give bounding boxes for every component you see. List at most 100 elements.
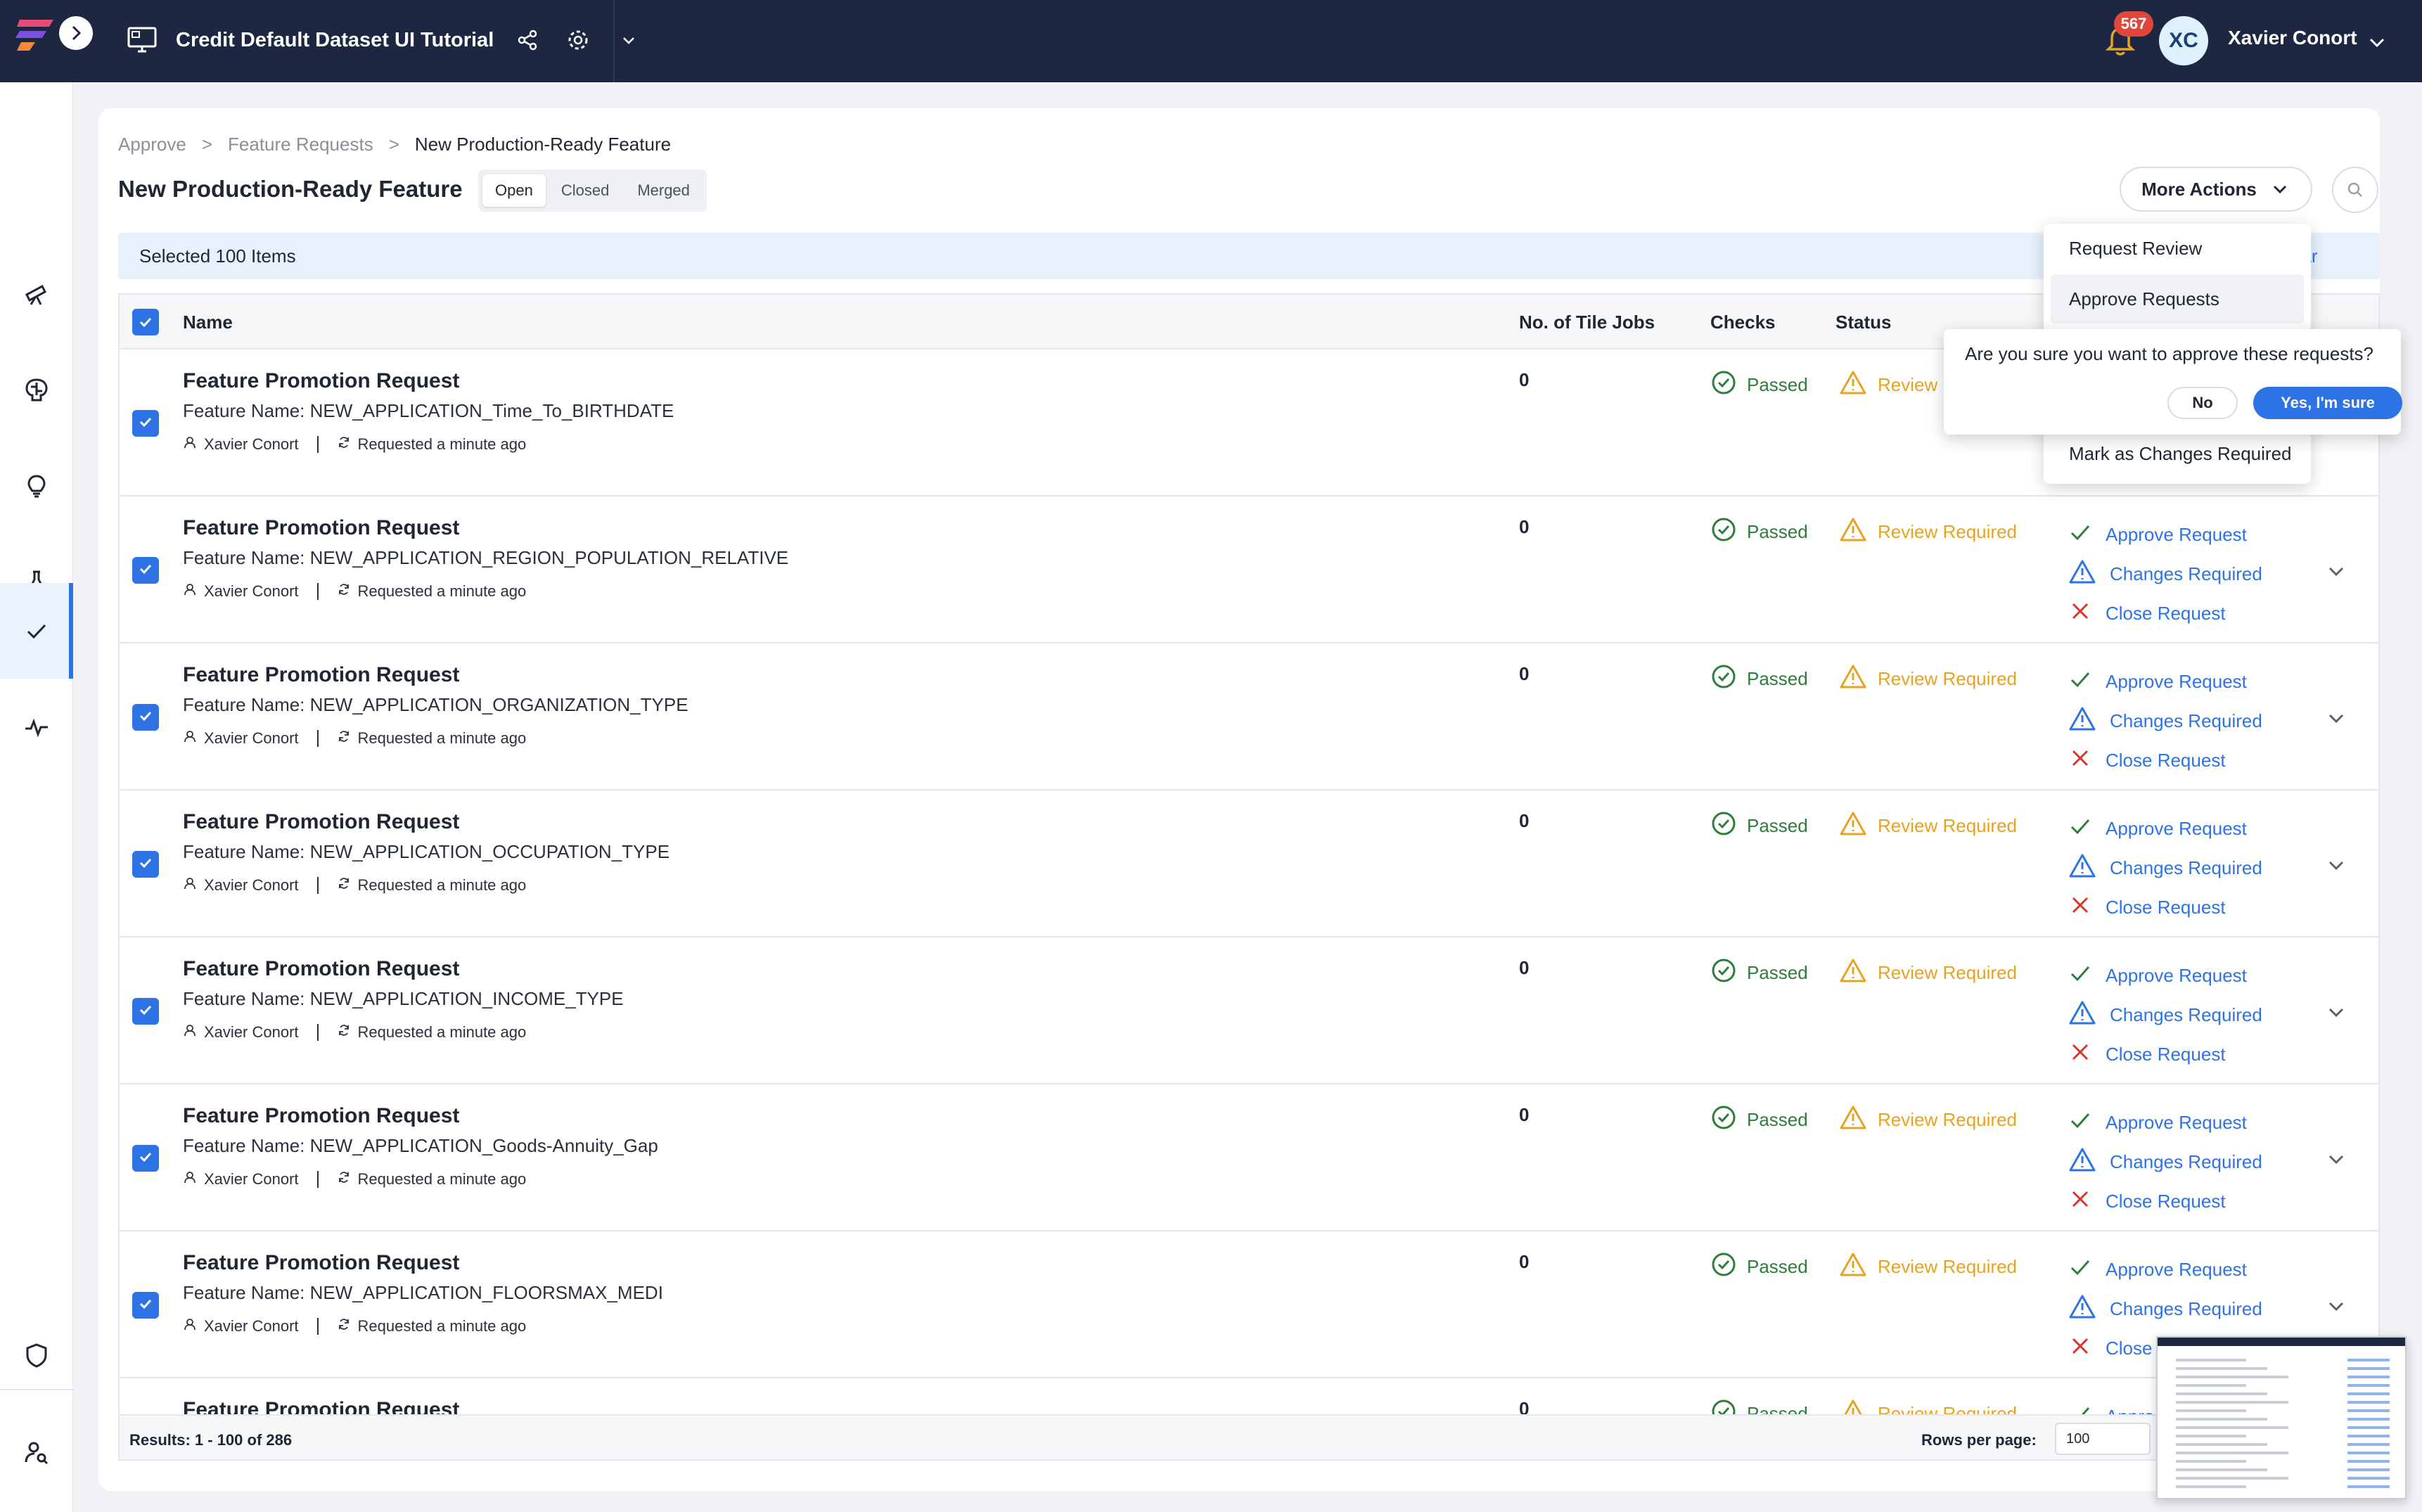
row-checkbox[interactable] (132, 704, 159, 731)
changes-required-button[interactable]: Changes Required (2068, 1289, 2262, 1328)
expand-row-button[interactable] (2324, 705, 2349, 731)
refresh-icon (337, 582, 351, 601)
approve-request-button[interactable]: Approve Request (2068, 809, 2262, 848)
rows-per-page-select[interactable]: 100 (2055, 1423, 2151, 1455)
nav-features[interactable] (0, 342, 73, 437)
expand-row-button[interactable] (2324, 852, 2349, 878)
row-checkbox[interactable] (132, 998, 159, 1025)
thumbnail-line (2176, 1435, 2246, 1437)
close-icon (2068, 745, 2093, 776)
chevron-down-icon[interactable] (2364, 30, 2390, 55)
avatar[interactable]: XC (2159, 16, 2208, 65)
breadcrumb-feature-requests[interactable]: Feature Requests (228, 134, 373, 155)
project-selector[interactable]: Credit Default Dataset UI Tutorial (125, 21, 646, 59)
changes-required-button[interactable]: Changes Required (2068, 1142, 2262, 1181)
expand-row-button[interactable] (2324, 1293, 2349, 1319)
row-checkbox[interactable] (132, 410, 159, 437)
tab-closed[interactable]: Closed (549, 174, 622, 207)
nav-approve[interactable] (0, 583, 73, 679)
checks-label: Passed (1747, 1256, 1808, 1277)
table-row[interactable]: Feature Promotion Request Feature Name: N… (120, 1231, 2378, 1378)
nav-user-search[interactable] (0, 1404, 73, 1500)
select-all-checkbox[interactable] (132, 309, 159, 335)
approve-request-button[interactable]: Approve Request (2068, 662, 2262, 701)
expand-row-button[interactable] (2324, 1146, 2349, 1172)
changes-required-button[interactable]: Changes Required (2068, 554, 2262, 594)
more-actions-button[interactable]: More Actions (2120, 167, 2312, 212)
close-icon (2068, 598, 2093, 629)
menu-item-request-review[interactable]: Request Review (2051, 224, 2304, 273)
approve-request-button[interactable]: Approve Request (2068, 956, 2262, 995)
close-request-button[interactable]: Close Request (2068, 594, 2262, 633)
thumbnail-line (2176, 1477, 2288, 1480)
request-title[interactable]: Feature Promotion Request (183, 957, 459, 981)
row-checkbox[interactable] (132, 557, 159, 584)
request-title[interactable]: Feature Promotion Request (183, 663, 459, 687)
nav-explore[interactable] (0, 245, 73, 341)
request-time: Requested a minute ago (357, 582, 527, 600)
row-checkbox[interactable] (132, 1292, 159, 1319)
row-checkbox[interactable] (132, 851, 159, 878)
search-button[interactable] (2332, 167, 2378, 213)
user-icon (183, 1317, 197, 1335)
close-request-button[interactable]: Close Request (2068, 888, 2262, 927)
close-request-label: Close Request (2106, 1043, 2226, 1065)
request-title[interactable]: Feature Promotion Request (183, 516, 459, 540)
left-nav-rail (0, 82, 73, 1512)
expand-row-button[interactable] (2324, 999, 2349, 1025)
table-row[interactable]: Feature Promotion Request Feature Name: N… (120, 937, 2378, 1084)
menu-item-approve-requests[interactable]: Approve Requests (2051, 274, 2304, 323)
confirm-no-button[interactable]: No (2167, 387, 2238, 419)
changes-required-button[interactable]: Changes Required (2068, 995, 2262, 1034)
share-icon[interactable] (511, 23, 544, 57)
confirm-yes-button[interactable]: Yes, I'm sure (2253, 387, 2402, 419)
gear-icon[interactable] (561, 23, 595, 57)
changes-required-button[interactable]: Changes Required (2068, 701, 2262, 741)
breadcrumb-approve[interactable]: Approve (118, 134, 186, 155)
nav-ideas[interactable] (0, 438, 73, 534)
user-name[interactable]: Xavier Conort (2228, 27, 2357, 49)
expand-row-button[interactable] (2324, 558, 2349, 584)
approve-request-button[interactable]: Approve Request (2068, 515, 2262, 554)
changes-required-button[interactable]: Changes Required (2068, 848, 2262, 888)
menu-item-mark-changes-required[interactable]: Mark as Changes Required (2051, 429, 2304, 478)
screenshot-thumbnail[interactable] (2156, 1336, 2407, 1499)
tile-jobs-count: 0 (1519, 369, 1530, 390)
project-title: Credit Default Dataset UI Tutorial (176, 28, 494, 51)
column-name[interactable]: Name (183, 312, 233, 333)
nav-monitor[interactable] (0, 679, 73, 775)
table-row[interactable]: Feature Promotion Request Feature Name: N… (120, 643, 2378, 790)
request-title[interactable]: Feature Promotion Request (183, 810, 459, 834)
refresh-icon (337, 876, 351, 895)
close-request-label: Close (2106, 1337, 2153, 1359)
close-request-button[interactable]: Close Request (2068, 741, 2262, 780)
thumbnail-line (2347, 1460, 2390, 1463)
request-title[interactable]: Feature Promotion Request (183, 1251, 459, 1275)
request-time: Requested a minute ago (357, 435, 527, 453)
table-row[interactable]: Feature Promotion Request Feature Name: N… (120, 790, 2378, 937)
chevron-down-icon[interactable] (612, 23, 646, 57)
tab-merged[interactable]: Merged (624, 174, 703, 207)
tab-open[interactable]: Open (482, 174, 546, 207)
request-title[interactable]: Feature Promotion Request (183, 1104, 459, 1128)
close-request-button[interactable]: Close Request (2068, 1034, 2262, 1074)
row-checkbox[interactable] (132, 1145, 159, 1172)
status-label: Review Required (1878, 1256, 2017, 1277)
thumbnail-line (2176, 1401, 2288, 1404)
request-title[interactable]: Feature Promotion Request (183, 369, 459, 393)
approve-request-button[interactable]: Approve Request (2068, 1103, 2262, 1142)
sidebar-collapse-button[interactable] (59, 16, 93, 50)
nav-security[interactable] (0, 1307, 73, 1403)
meta-divider (316, 730, 319, 747)
app-logo[interactable] (14, 17, 56, 52)
thumbnail-line (2176, 1418, 2267, 1421)
column-tile-jobs[interactable]: No. of Tile Jobs (1519, 312, 1655, 333)
table-row[interactable]: Feature Promotion Request Feature Name: N… (120, 496, 2378, 643)
approve-request-button[interactable]: Approve Request (2068, 1250, 2262, 1289)
column-status[interactable]: Status (1835, 312, 1891, 333)
check-circle-icon (1710, 516, 1737, 548)
table-row[interactable]: Feature Promotion Request Feature Name: N… (120, 1084, 2378, 1231)
column-checks[interactable]: Checks (1710, 312, 1776, 333)
close-request-button[interactable]: Close Request (2068, 1181, 2262, 1221)
checks-status: Passed (1710, 516, 1808, 548)
